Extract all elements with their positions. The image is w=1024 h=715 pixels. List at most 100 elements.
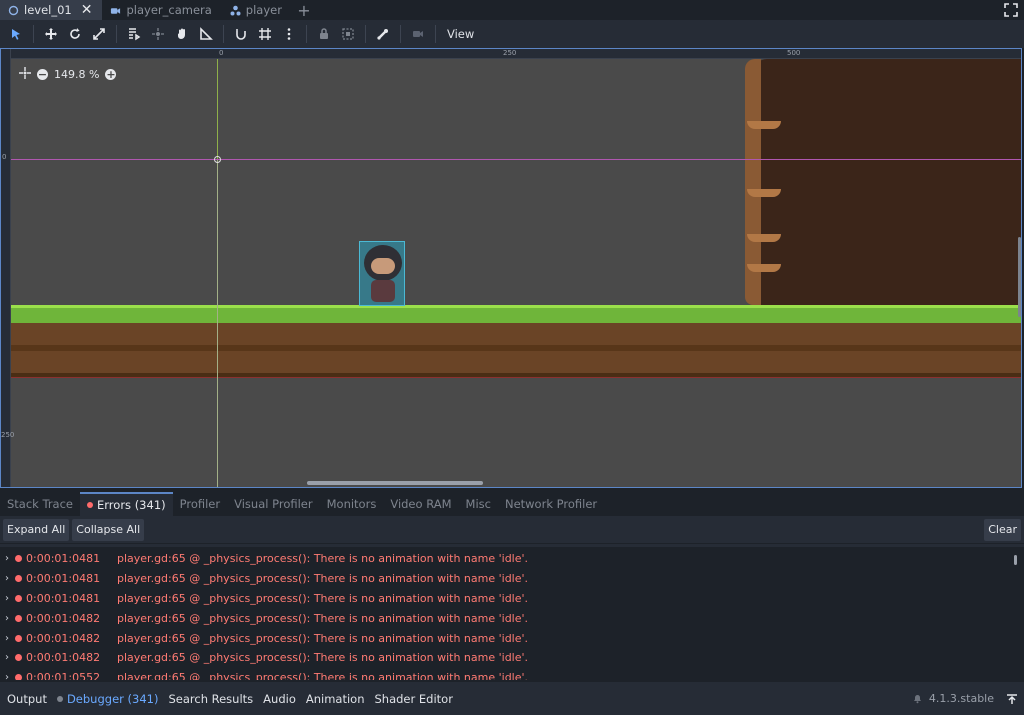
ruler-vertical[interactable]: 0 250 <box>1 49 15 487</box>
tab-label: Animation <box>305 691 365 706</box>
output-tab[interactable]: Output <box>2 692 52 706</box>
view-menu[interactable]: View <box>441 22 480 46</box>
scene-tabs-bar: level_01 ✕ player_camera player + <box>0 0 1024 20</box>
smart-snap-button[interactable] <box>229 22 253 46</box>
snap-options-button[interactable] <box>277 22 301 46</box>
list-item[interactable]: › 0:00:01:0481 player.gd:65 @ _physics_pro… <box>0 569 1024 589</box>
ruler-horizontal[interactable]: 0 250 500 <box>1 49 1021 59</box>
error-list-scrollbar[interactable] <box>1014 555 1017 565</box>
tab-monitors[interactable]: Monitors <box>320 492 384 516</box>
tab-label: Network Profiler <box>504 497 598 511</box>
kebab-menu-icon <box>287 28 291 40</box>
tab-video-ram[interactable]: Video RAM <box>383 492 458 516</box>
list-item[interactable]: › 0:00:01:0481 player.gd:65 @ _physics_pro… <box>0 589 1024 609</box>
toolbar-separator <box>306 25 307 43</box>
tab-profiler[interactable]: Profiler <box>173 492 228 516</box>
chevron-right-icon[interactable]: › <box>5 633 15 644</box>
search-results-tab[interactable]: Search Results <box>163 692 258 706</box>
animation-tab[interactable]: Animation <box>301 692 370 706</box>
collapse-all-button[interactable]: Collapse All <box>72 518 145 541</box>
snap-magnet-icon <box>236 29 246 40</box>
scale-mode-button[interactable] <box>87 22 111 46</box>
list-item[interactable]: › 0:00:01:0482 player.gd:65 @ _physics_pro… <box>0 608 1024 628</box>
list-item[interactable]: › 0:00:01:0482 player.gd:65 @ _physics_pro… <box>0 648 1024 668</box>
scene-tab-player-camera[interactable]: player_camera <box>102 0 221 20</box>
list-item[interactable]: › 0:00:01:0481 player.gd:65 @ _physics_pro… <box>0 549 1024 569</box>
pivot-mode-button[interactable] <box>146 22 170 46</box>
list-item[interactable]: › 0:00:01:0552 player.gd:65 @ _physics_pro… <box>0 668 1024 680</box>
toolbar-separator <box>365 25 366 43</box>
error-message: player.gd:65 @ _physics_process(): There… <box>117 631 529 645</box>
pin-panel-icon[interactable] <box>1006 693 1018 705</box>
ruler-mode-button[interactable] <box>194 22 218 46</box>
tab-visual-profiler[interactable]: Visual Profiler <box>227 492 319 516</box>
horizontal-scrollbar[interactable] <box>307 481 483 485</box>
shader-editor-tab[interactable]: Shader Editor <box>370 692 458 706</box>
tab-label: Visual Profiler <box>234 497 313 511</box>
audio-tab[interactable]: Audio <box>258 692 301 706</box>
select-mode-button[interactable] <box>4 22 28 46</box>
move-mode-button[interactable] <box>39 22 63 46</box>
ruler-label: 250 <box>1 431 15 439</box>
distraction-free-button[interactable] <box>1004 3 1018 17</box>
grid-snap-button[interactable] <box>253 22 277 46</box>
list-select-icon <box>129 28 141 41</box>
tab-network-profiler[interactable]: Network Profiler <box>498 492 604 516</box>
tab-label: Audio <box>263 691 296 706</box>
tab-label: Video RAM <box>390 497 452 511</box>
bell-icon[interactable] <box>912 693 923 704</box>
close-icon[interactable]: ✕ <box>81 3 93 17</box>
list-select-button[interactable] <box>122 22 146 46</box>
toolbar-separator <box>33 25 34 43</box>
tab-stack-trace[interactable]: Stack Trace <box>0 492 80 516</box>
group-button[interactable] <box>336 22 360 46</box>
scene-tab-player[interactable]: player <box>222 0 292 20</box>
scene-tab-level-01[interactable]: level_01 ✕ <box>0 0 103 20</box>
chevron-right-icon[interactable]: › <box>5 553 15 564</box>
chevron-right-icon[interactable]: › <box>5 652 15 663</box>
pivot-icon <box>152 28 164 40</box>
list-item[interactable]: › 0:00:01:0482 player.gd:65 @ _physics_pro… <box>0 628 1024 648</box>
error-list: › 0:00:01:0481 player.gd:65 @ _physics_pro… <box>0 547 1024 680</box>
zoom-level-label[interactable]: 149.8 % <box>54 68 99 81</box>
wall-ledge <box>747 264 781 272</box>
rotate-mode-button[interactable] <box>63 22 87 46</box>
chevron-right-icon[interactable]: › <box>5 593 15 604</box>
chevron-right-icon[interactable]: › <box>5 613 15 624</box>
player-sprite[interactable] <box>359 241 405 306</box>
center-icon <box>19 67 31 79</box>
camera-icon <box>110 5 121 16</box>
error-message: player.gd:65 @ _physics_process(): There… <box>117 611 529 625</box>
error-dot-icon <box>15 614 22 622</box>
expand-all-button[interactable]: Expand All <box>3 518 70 541</box>
debugger-tab[interactable]: Debugger (341) <box>52 692 164 706</box>
pan-mode-button[interactable] <box>170 22 194 46</box>
center-view-button[interactable] <box>19 67 31 82</box>
player-body <box>371 280 395 302</box>
canvas-viewport[interactable]: 0 250 500 0 250 − 149.8 % + <box>0 48 1022 488</box>
camera-override-button[interactable] <box>406 22 430 46</box>
clear-errors-button[interactable]: Clear <box>984 518 1021 541</box>
add-scene-tab-button[interactable]: + <box>292 0 316 20</box>
vertical-scrollbar[interactable] <box>1018 237 1021 317</box>
error-message: player.gd:65 @ _physics_process(): There… <box>117 671 529 680</box>
error-dot-icon <box>15 654 22 662</box>
error-message: player.gd:65 @ _physics_process(): There… <box>117 591 529 605</box>
chevron-right-icon[interactable]: › <box>5 672 15 680</box>
grass-tiles <box>11 305 1021 323</box>
cursor-arrow-icon <box>12 29 20 40</box>
error-dot-icon <box>15 555 22 563</box>
tab-label: Search Results <box>168 691 254 706</box>
scene-tab-label: player_camera <box>126 3 212 17</box>
error-time: 0:00:01:0481 <box>26 552 101 566</box>
tab-errors[interactable]: Errors (341) <box>80 492 173 516</box>
chevron-right-icon[interactable]: › <box>5 573 15 584</box>
zoom-out-button[interactable]: − <box>37 69 48 80</box>
tab-misc[interactable]: Misc <box>459 492 498 516</box>
lock-button[interactable] <box>312 22 336 46</box>
error-time: 0:00:01:0481 <box>26 572 101 586</box>
plus-icon: + <box>297 0 311 20</box>
screen-bound-line <box>217 159 218 487</box>
zoom-in-button[interactable]: + <box>105 69 117 80</box>
skeleton-options-button[interactable] <box>371 22 395 46</box>
